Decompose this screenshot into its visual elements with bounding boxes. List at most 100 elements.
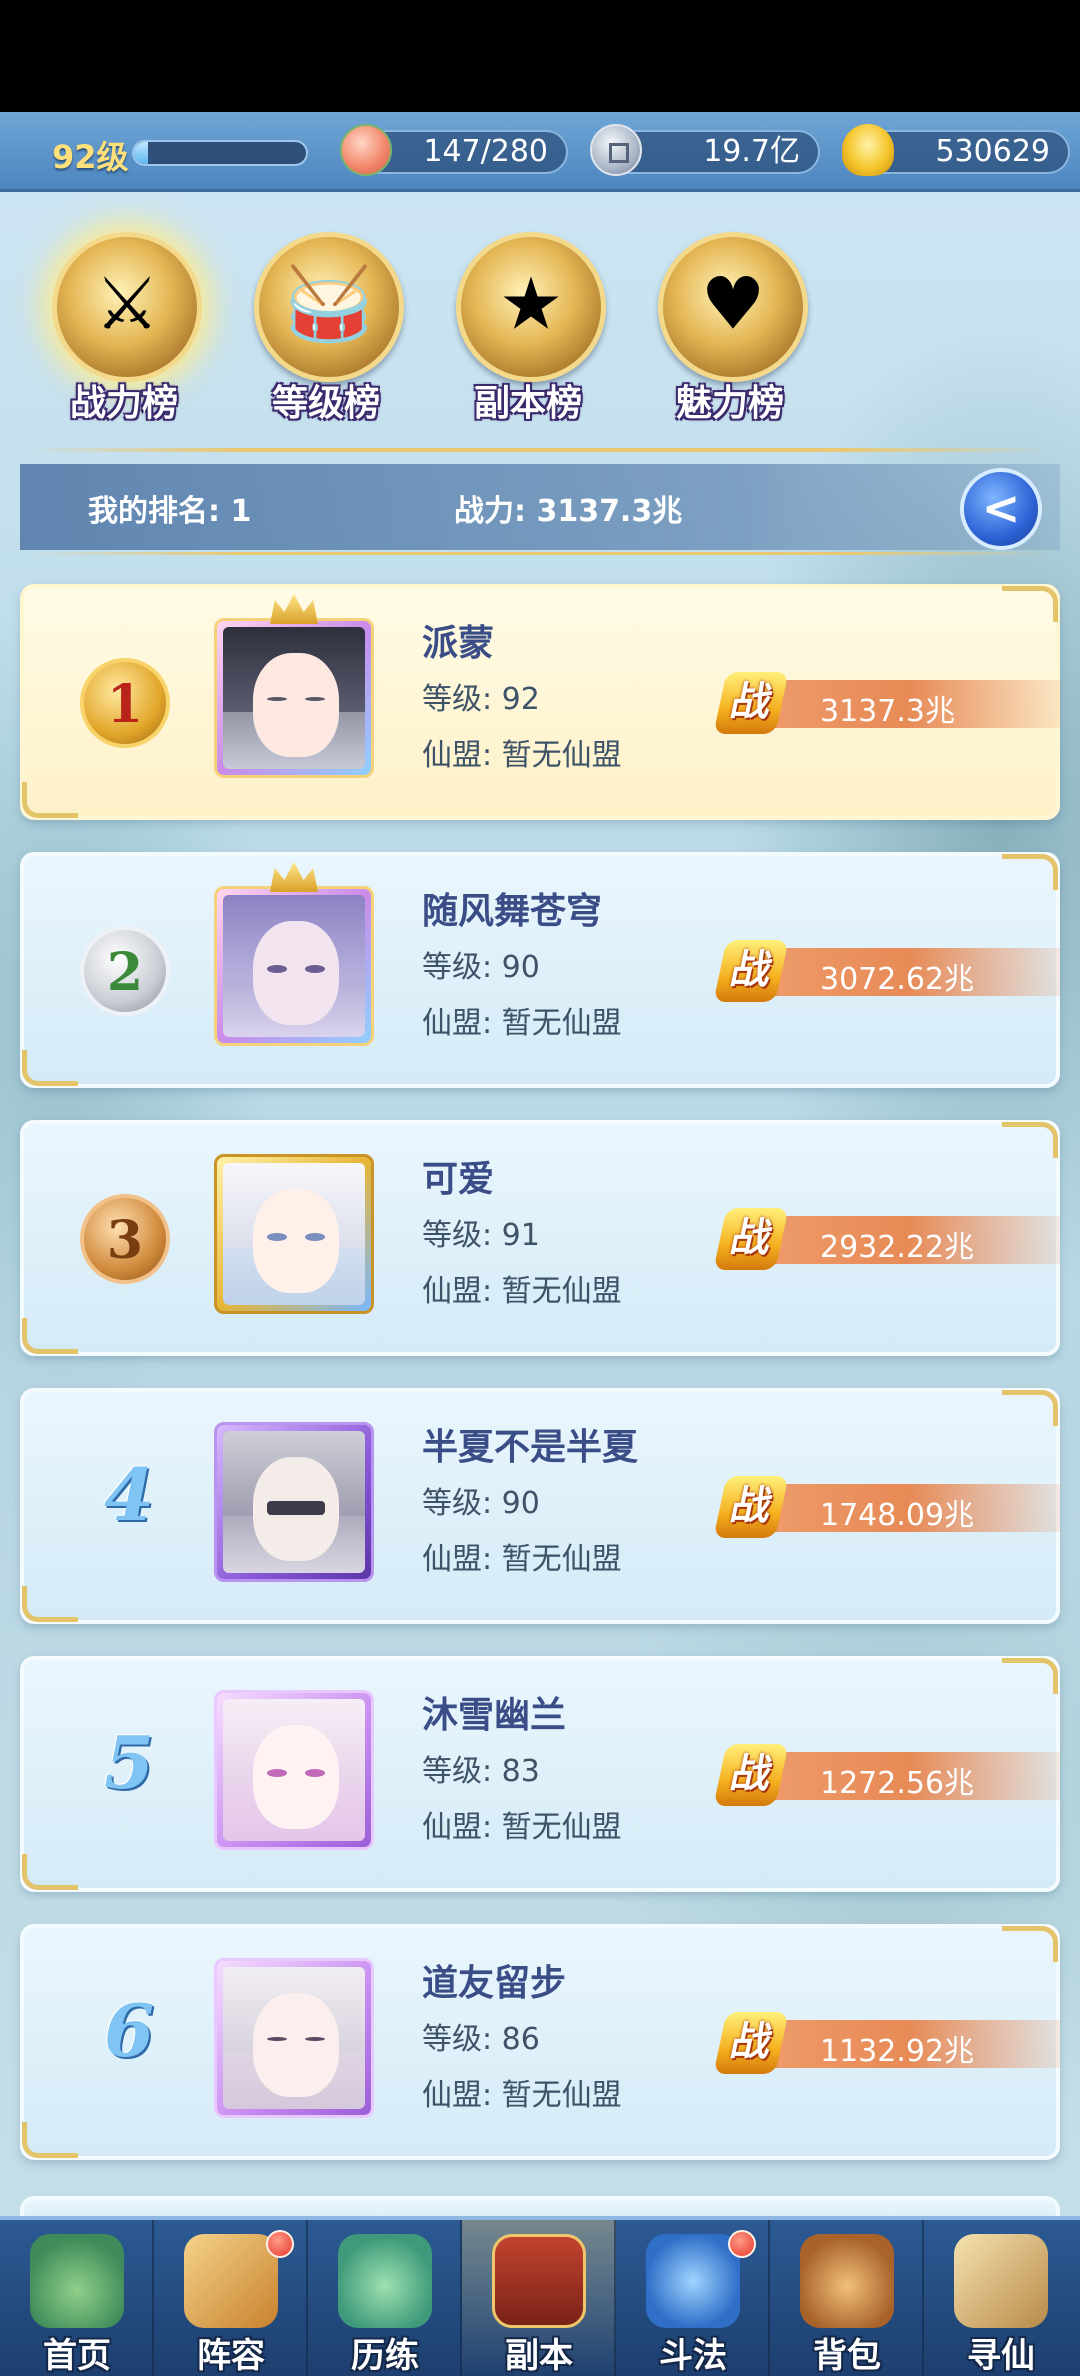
- coin-icon: [590, 124, 642, 176]
- drum-icon: 🥁: [254, 232, 404, 382]
- player-level-label: 92级: [52, 138, 129, 176]
- bag-icon: [800, 2234, 894, 2328]
- star-icon: ★: [456, 232, 606, 382]
- gourd-icon: [338, 2234, 432, 2328]
- player-avatar[interactable]: [214, 1154, 374, 1314]
- nav-formation[interactable]: 阵容: [154, 2220, 308, 2376]
- nav-label: 背包: [813, 2336, 881, 2376]
- player-level: 等级: 83: [422, 1754, 540, 1789]
- scroll-icon: [954, 2234, 1048, 2328]
- player-avatar[interactable]: [214, 1690, 374, 1850]
- gold-value: 530629: [935, 134, 1050, 169]
- bottom-navigation: 首页 阵容 历练 副本 斗法 背包 寻仙: [0, 2216, 1080, 2376]
- tab-level-ranking[interactable]: 🥁 等级榜: [236, 232, 416, 424]
- my-power-text: 战力: 3137.3兆: [454, 494, 683, 529]
- player-level: 等级: 86: [422, 2022, 540, 2057]
- corner-ornament: [22, 1854, 78, 1890]
- silver-medal-icon: 2: [80, 926, 170, 1016]
- player-avatar[interactable]: [214, 1422, 374, 1582]
- player-avatar[interactable]: [214, 1958, 374, 2118]
- tab-label: 等级榜: [271, 383, 380, 424]
- corner-ornament: [1002, 586, 1058, 622]
- ranking-row-6[interactable]: 6 道友留步 等级: 86 仙盟: 暂无仙盟 战 1132.92兆: [20, 1924, 1060, 2160]
- player-level: 等级: 91: [422, 1218, 540, 1253]
- heart-icon: ♥: [658, 232, 808, 382]
- player-name: 沐雪幽兰: [422, 1695, 567, 1736]
- ranking-row-3[interactable]: 3 可爱 等级: 91 仙盟: 暂无仙盟 战 2932.22兆: [20, 1120, 1060, 1356]
- nav-dungeon[interactable]: 副本: [462, 2220, 616, 2376]
- nav-home[interactable]: 首页: [0, 2220, 154, 2376]
- power-value: 1748.09兆: [820, 1498, 975, 1533]
- nav-seek-immortal[interactable]: 寻仙: [924, 2220, 1078, 2376]
- corner-ornament: [22, 782, 78, 818]
- nav-arena[interactable]: 斗法: [616, 2220, 770, 2376]
- back-button[interactable]: <: [960, 468, 1042, 550]
- divider: [30, 448, 1050, 452]
- corner-ornament: [22, 1318, 78, 1354]
- back-arrow-icon: <: [981, 481, 1021, 535]
- corner-ornament: [1002, 854, 1058, 890]
- power-value: 2932.22兆: [820, 1230, 975, 1265]
- tab-label: 战力榜: [69, 383, 178, 424]
- player-guild: 仙盟: 暂无仙盟: [422, 1810, 622, 1845]
- sword-icon: ⚔: [52, 232, 202, 382]
- notification-dot: [266, 2230, 294, 2258]
- nav-label: 首页: [43, 2336, 111, 2376]
- nav-label: 斗法: [659, 2336, 727, 2376]
- rank-number: 4: [103, 1452, 155, 1537]
- tab-power-ranking[interactable]: ⚔ 战力榜: [34, 232, 214, 424]
- ranking-tabs: ⚔ 战力榜 🥁 等级榜 ★ 副本榜 ♥ 魅力榜: [0, 222, 1080, 432]
- player-name: 可爱: [422, 1159, 495, 1200]
- tab-label: 魅力榜: [675, 383, 784, 424]
- tab-charm-ranking[interactable]: ♥ 魅力榜: [640, 232, 820, 424]
- tab-dungeon-ranking[interactable]: ★ 副本榜: [438, 232, 618, 424]
- nav-label: 副本: [505, 2336, 573, 2376]
- power-value: 3137.3兆: [820, 694, 955, 729]
- ranking-row-1[interactable]: 1 派蒙 等级: 92 仙盟: 暂无仙盟 战 3137.3兆: [20, 584, 1060, 820]
- status-bar: [0, 0, 1080, 112]
- player-guild: 仙盟: 暂无仙盟: [422, 1274, 622, 1309]
- tab-label: 副本榜: [473, 383, 582, 424]
- player-avatar[interactable]: [214, 618, 374, 778]
- crown-icon: [270, 862, 318, 892]
- corner-ornament: [1002, 1926, 1058, 1962]
- corner-ornament: [22, 1050, 78, 1086]
- corner-ornament: [22, 1586, 78, 1622]
- player-guild: 仙盟: 暂无仙盟: [422, 1006, 622, 1041]
- resource-bar: 92级 147/280 19.7亿 530629: [0, 112, 1080, 192]
- power-value: 3072.62兆: [820, 962, 975, 997]
- divider: [30, 552, 1050, 555]
- ranking-row-4[interactable]: 4 半夏不是半夏 等级: 90 仙盟: 暂无仙盟 战 1748.09兆: [20, 1388, 1060, 1624]
- corner-ornament: [22, 2122, 78, 2158]
- ranking-row-2[interactable]: 2 随风舞苍穹 等级: 90 仙盟: 暂无仙盟 战 3072.62兆: [20, 852, 1060, 1088]
- corner-ornament: [1002, 1658, 1058, 1694]
- nav-training[interactable]: 历练: [308, 2220, 462, 2376]
- corner-ornament: [1002, 1390, 1058, 1426]
- nav-label: 阵容: [197, 2336, 265, 2376]
- player-name: 半夏不是半夏: [422, 1427, 639, 1468]
- player-name: 道友留步: [422, 1963, 567, 2004]
- gold-ingot-icon: [842, 124, 894, 176]
- power-value: 1272.56兆: [820, 1766, 975, 1801]
- rank-number: 6: [103, 1988, 155, 2073]
- player-avatar[interactable]: [214, 886, 374, 1046]
- my-rank-strip: 我的排名: 1 战力: 3137.3兆: [20, 464, 1060, 550]
- silver-value: 19.7亿: [703, 134, 800, 169]
- my-rank-text: 我的排名: 1: [88, 494, 252, 529]
- notification-dot: [728, 2230, 756, 2258]
- home-mountain-icon: [30, 2234, 124, 2328]
- stamina-value: 147/280: [423, 134, 548, 169]
- player-level: 等级: 90: [422, 950, 540, 985]
- bronze-medal-icon: 3: [80, 1194, 170, 1284]
- exp-progress-fill: [134, 142, 148, 164]
- exp-progress-bar: [132, 140, 308, 166]
- temple-gate-icon: [492, 2234, 586, 2328]
- nav-backpack[interactable]: 背包: [770, 2220, 924, 2376]
- nav-label: 寻仙: [967, 2336, 1035, 2376]
- ranking-row-5[interactable]: 5 沐雪幽兰 等级: 83 仙盟: 暂无仙盟 战 1272.56兆: [20, 1656, 1060, 1892]
- player-name: 随风舞苍穹: [422, 891, 603, 932]
- formation-cards-icon: [184, 2234, 278, 2328]
- power-value: 1132.92兆: [820, 2034, 975, 2069]
- player-level: 等级: 90: [422, 1486, 540, 1521]
- nav-label: 历练: [351, 2336, 419, 2376]
